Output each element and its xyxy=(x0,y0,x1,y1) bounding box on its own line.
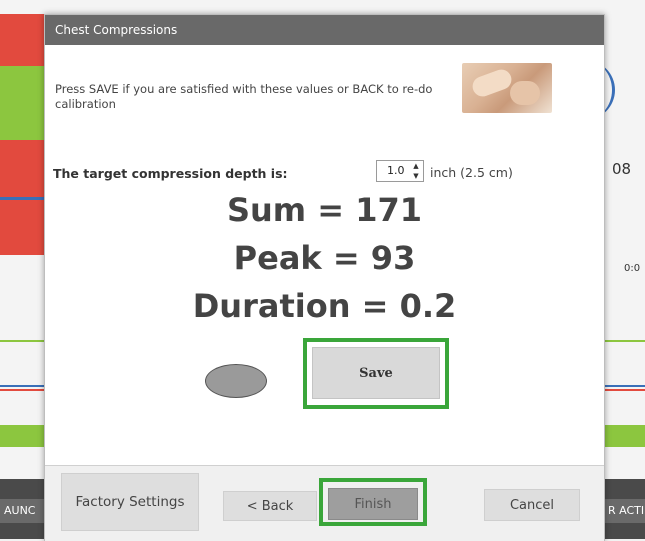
bg-bottom-left-button[interactable]: AUNC xyxy=(0,499,44,523)
bg-line xyxy=(0,340,46,342)
bg-green-band xyxy=(0,425,46,447)
depth-spinner[interactable]: 1.0 ▲ ▼ xyxy=(376,160,424,182)
bg-green-band xyxy=(604,425,645,447)
depth-value: 1.0 xyxy=(387,164,405,177)
instruction-text: Press SAVE if you are satisfied with the… xyxy=(55,82,433,111)
peak-readout: Peak = 93 xyxy=(233,239,416,277)
bg-line xyxy=(604,385,645,387)
face-shape xyxy=(510,81,540,105)
cpr-image xyxy=(462,63,552,113)
hand-shape xyxy=(469,66,515,100)
spinner-down-icon[interactable]: ▼ xyxy=(413,172,418,180)
duration-readout: Duration = 0.2 xyxy=(192,287,457,325)
bg-bottom-right-button[interactable]: R ACTI xyxy=(604,499,645,523)
dialog-title: Chest Compressions xyxy=(45,15,604,45)
bg-line xyxy=(0,385,46,387)
factory-settings-button[interactable]: Factory Settings xyxy=(61,473,199,531)
bg-green-band xyxy=(0,66,46,140)
bg-line xyxy=(604,389,645,391)
bg-right-value: 08 xyxy=(612,160,632,178)
finish-button[interactable]: Finish xyxy=(328,488,418,520)
bg-blue-line xyxy=(0,197,46,200)
bg-red-band xyxy=(0,14,46,66)
back-button[interactable]: < Back xyxy=(223,491,317,521)
status-indicator xyxy=(205,364,267,398)
bg-line xyxy=(0,389,46,391)
bg-right-time: 0:0 xyxy=(624,263,641,274)
sum-readout: Sum = 171 xyxy=(226,191,423,229)
spinner-arrows[interactable]: ▲ ▼ xyxy=(412,162,420,180)
depth-label: The target compression depth is: xyxy=(53,166,288,181)
depth-unit: inch (2.5 cm) xyxy=(430,165,513,180)
spinner-up-icon[interactable]: ▲ xyxy=(413,162,418,170)
chest-compressions-dialog: Chest Compressions Press SAVE if you are… xyxy=(44,14,605,541)
save-button[interactable]: Save xyxy=(312,347,440,399)
bg-line xyxy=(604,340,645,342)
cancel-button[interactable]: Cancel xyxy=(484,489,580,521)
